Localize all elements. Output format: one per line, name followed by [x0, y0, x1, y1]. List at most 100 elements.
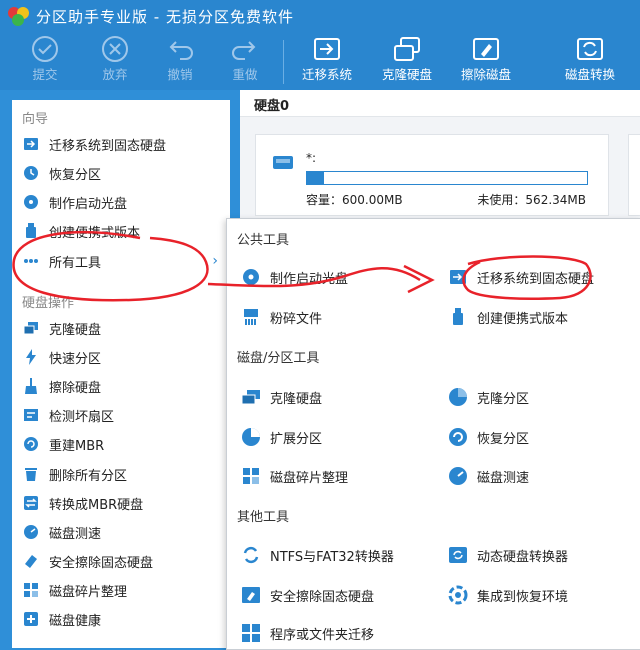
menu-item-label: 集成到恢复环境 [477, 589, 569, 605]
sidebar-item-label: 磁盘碎片整理 [49, 584, 128, 600]
menu-item-boot-disc[interactable]: 制作启动光盘 [241, 263, 348, 291]
menu-item-shred[interactable]: 粉碎文件 [241, 303, 322, 331]
menu-item-ntfs-fat32[interactable]: NTFS与FAT32转换器 [241, 541, 394, 569]
menu-item-label: 磁盘碎片整理 [270, 470, 349, 486]
redo-button[interactable]: 重做 [210, 34, 280, 83]
sidebar-item-delete-all[interactable]: 删除所有分区 [12, 460, 230, 488]
clone-disk-icon [372, 34, 442, 64]
menu-item-label: NTFS与FAT32转换器 [270, 549, 394, 565]
sidebar-item-label: 检测坏扇区 [49, 409, 115, 425]
menu-item-label: 扩展分区 [270, 431, 323, 447]
menu-item-integrate-recovery[interactable]: 集成到恢复环境 [448, 581, 568, 609]
migrate-system-button[interactable]: 迁移系统 [292, 34, 362, 83]
wipe-disk-button[interactable]: 擦除磁盘 [451, 34, 521, 83]
wipe-disk-label: 擦除磁盘 [460, 67, 511, 82]
speed-icon [22, 523, 40, 541]
migrate-system-label: 迁移系统 [301, 67, 352, 82]
toolbar: 提交 放弃 撤销 重做 迁移系统 克隆硬盘 擦除磁盘 磁盘转换 [0, 32, 640, 90]
app-move-icon [241, 623, 261, 643]
sidebar-item-rebuild-mbr[interactable]: 重建MBR [12, 430, 230, 458]
menu-item-label: 迁移系统到固态硬盘 [477, 271, 595, 287]
sidebar-item-label: 制作启动光盘 [49, 196, 128, 212]
sidebar-item-convert-mbr[interactable]: 转换成MBR硬盘 [12, 489, 230, 517]
rebuild-icon [22, 435, 40, 453]
menu-item-extend-partition[interactable]: 扩展分区 [241, 423, 322, 451]
menu-item-disk-speed[interactable]: 磁盘测速 [448, 462, 529, 490]
usb-icon [22, 222, 40, 240]
integrate-icon [448, 585, 468, 605]
sidebar-item-label: 安全擦除固态硬盘 [49, 555, 154, 571]
sidebar-item-clone-disk[interactable]: 克隆硬盘 [12, 314, 230, 342]
chevron-right-icon: › [212, 253, 218, 269]
discard-button[interactable]: 放弃 [80, 34, 150, 83]
menu-item-label: 制作启动光盘 [270, 271, 349, 287]
menu-item-app-migration[interactable]: 程序或文件夹迁移 [241, 619, 374, 647]
check-icon [10, 34, 80, 64]
wipe-disk-icon [451, 34, 521, 64]
menu-item-secure-erase[interactable]: 安全擦除固态硬盘 [241, 581, 374, 609]
sidebar-item-defrag[interactable]: 磁盘碎片整理 [12, 576, 230, 604]
undo-icon [145, 34, 215, 64]
ssd-migrate-icon [448, 267, 468, 287]
sidebar-item-quick-partition[interactable]: 快速分区 [12, 343, 230, 371]
undo-label: 撤销 [167, 67, 193, 82]
sidebar-item-migrate-ssd[interactable]: 迁移系统到固态硬盘 [12, 130, 230, 158]
ssd-migrate-icon [22, 135, 40, 153]
menu-item-portable[interactable]: 创建便携式版本 [448, 303, 568, 331]
menu-item-recover-partition[interactable]: 恢复分区 [448, 423, 529, 451]
usage-bar-fill [307, 172, 324, 184]
disk-header: 硬盘0 [240, 90, 640, 117]
sidebar-item-portable[interactable]: 创建便携式版本 [12, 217, 230, 245]
sidebar-item-all-tools[interactable]: 所有工具 › [12, 247, 230, 275]
sidebar-item-label: 恢复分区 [49, 167, 102, 183]
other-tools-title: 其他工具 [237, 510, 290, 525]
health-icon [22, 610, 40, 628]
scan-icon [22, 406, 40, 424]
sidebar-item-wipe-disk[interactable]: 擦除硬盘 [12, 372, 230, 400]
menu-item-label: 动态硬盘转换器 [477, 549, 569, 565]
menu-item-label: 克隆硬盘 [270, 391, 323, 407]
partition-card[interactable]: *: 容量：600.00MB 未使用：562.34MB [255, 134, 609, 216]
undo-button[interactable]: 撤销 [145, 34, 215, 83]
menu-item-clone-disk[interactable]: 克隆硬盘 [241, 383, 322, 411]
submit-button[interactable]: 提交 [10, 34, 80, 83]
public-tools-title: 公共工具 [237, 233, 290, 248]
sidebar-item-recover-partition[interactable]: 恢复分区 [12, 159, 230, 187]
hard-drive-icon [272, 153, 294, 175]
usb-icon [448, 307, 468, 327]
boot-disc-icon [22, 193, 40, 211]
partition-capacity: 容量：600.00MB [306, 193, 403, 207]
sidebar-item-boot-disc[interactable]: 制作启动光盘 [12, 188, 230, 216]
eraser-icon [22, 552, 40, 570]
menu-item-label: 创建便携式版本 [477, 311, 569, 327]
menu-item-dynamic-disk[interactable]: 动态硬盘转换器 [448, 541, 568, 569]
left-panel: 向导 迁移系统到固态硬盘 恢复分区 制作启动光盘 创建便携式版本 所有工具 › … [12, 100, 230, 648]
sidebar-item-label: 重建MBR [49, 438, 105, 454]
more-icon [22, 252, 40, 270]
clone-disk-icon [241, 387, 261, 407]
lightning-icon [22, 348, 40, 366]
cancel-icon [80, 34, 150, 64]
menu-item-migrate-ssd[interactable]: 迁移系统到固态硬盘 [448, 263, 594, 291]
clone-disk-icon [22, 319, 40, 337]
menu-item-defrag[interactable]: 磁盘碎片整理 [241, 462, 348, 490]
sidebar-item-bad-sector[interactable]: 检测坏扇区 [12, 401, 230, 429]
sidebar-item-secure-erase[interactable]: 安全擦除固态硬盘 [12, 547, 230, 575]
menu-item-label: 恢复分区 [477, 431, 530, 447]
ssd-migrate-icon [292, 34, 362, 64]
menu-item-clone-partition[interactable]: 克隆分区 [448, 383, 529, 411]
menu-item-label: 程序或文件夹迁移 [270, 627, 375, 643]
partition-name: *: [306, 151, 317, 165]
sidebar-item-label: 删除所有分区 [49, 468, 128, 484]
clone-partition-icon [448, 387, 468, 407]
disk-convert-button[interactable]: 磁盘转换 [555, 34, 625, 83]
sidebar-item-label: 创建便携式版本 [49, 225, 141, 241]
partition-card-next[interactable] [628, 134, 640, 216]
sidebar-item-disk-speed[interactable]: 磁盘测速 [12, 518, 230, 546]
recover-icon [448, 427, 468, 447]
disk-convert-icon [555, 34, 625, 64]
clone-disk-button[interactable]: 克隆硬盘 [372, 34, 442, 83]
boot-disc-icon [241, 267, 261, 287]
sidebar-item-disk-health[interactable]: 磁盘健康 [12, 605, 230, 633]
window-title: 分区助手专业版 - 无损分区免费软件 [36, 7, 294, 26]
